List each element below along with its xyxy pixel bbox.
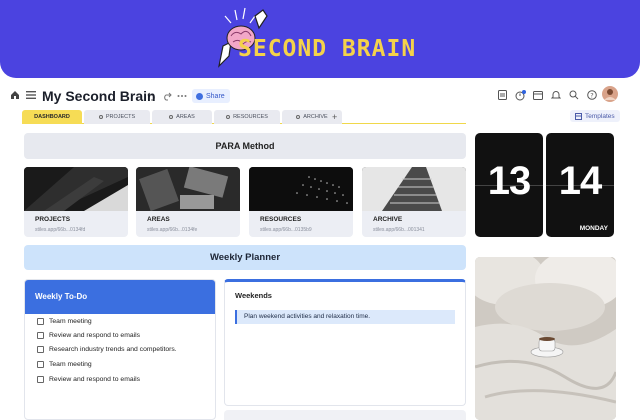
share-label: Share	[206, 92, 225, 100]
clock-hour-card: 13	[475, 133, 543, 237]
todo-item[interactable]: Team meeting	[37, 361, 92, 368]
header-banner: SECOND BRAIN	[0, 0, 640, 78]
bell-icon[interactable]	[549, 88, 563, 102]
templates-label: Templates	[585, 112, 615, 120]
clock-minute: 14	[558, 159, 603, 203]
tab-bar: DASHBOARD PROJECTS AREAS RESOURCES ARCHI…	[22, 110, 466, 124]
tab-resources[interactable]: RESOURCES	[214, 110, 280, 124]
next-panel-edge	[224, 410, 466, 420]
card-label: ARCHIVE	[373, 216, 403, 223]
search-icon[interactable]	[567, 88, 581, 102]
weekly-planner-heading: Weekly Planner	[24, 245, 466, 270]
weekly-todo-panel: Weekly To-Do Team meeting Review and res…	[24, 279, 216, 420]
checkbox[interactable]	[37, 346, 44, 353]
card-label: AREAS	[147, 216, 170, 223]
weekends-note[interactable]: Plan weekend activities and relaxation t…	[235, 310, 455, 324]
checkbox[interactable]	[37, 361, 44, 368]
more-icon[interactable]	[175, 89, 189, 103]
bedroom-photo	[475, 257, 616, 420]
templates-button[interactable]: Templates	[570, 110, 620, 122]
card-url: stiles.app/66b...0134fe	[147, 227, 198, 233]
help-icon[interactable]: ?	[585, 88, 599, 102]
calendar-icon[interactable]	[531, 88, 545, 102]
todo-item[interactable]: Research industry trends and competitors…	[37, 346, 177, 353]
page-title: My Second Brain	[42, 88, 156, 104]
card-url: stiles.app/66b...0134fd	[35, 227, 86, 233]
home-icon[interactable]	[8, 88, 22, 102]
weekends-title: Weekends	[235, 291, 272, 300]
projects-image	[24, 167, 128, 211]
todo-item[interactable]: Review and respond to emails	[37, 332, 140, 339]
weekends-panel: Weekends Plan weekend activities and rel…	[224, 279, 466, 406]
avatar[interactable]	[602, 86, 618, 102]
add-tab-button[interactable]: +	[332, 110, 342, 124]
tab-areas[interactable]: AREAS	[152, 110, 212, 124]
checkbox[interactable]	[37, 318, 44, 325]
circle-icon	[226, 115, 231, 119]
para-card-resources[interactable]: RESOURCES stiles.app/66b...0135b9	[249, 167, 353, 237]
todo-item[interactable]: Review and respond to emails	[37, 376, 140, 383]
share-button[interactable]: Share	[192, 89, 230, 103]
todo-text: Research industry trends and competitors…	[49, 346, 177, 353]
menu-icon[interactable]	[24, 88, 38, 102]
todo-text: Review and respond to emails	[49, 332, 141, 339]
circle-icon	[98, 115, 103, 119]
circle-icon	[296, 115, 301, 119]
checkbox[interactable]	[37, 376, 44, 383]
tab-label: PROJECTS	[105, 114, 136, 120]
card-url: stiles.app/66b...001341	[373, 227, 425, 233]
para-method-heading: PARA Method	[24, 133, 466, 159]
todo-item[interactable]: Team meeting	[37, 318, 92, 325]
card-label: PROJECTS	[35, 216, 71, 223]
todo-text: Team meeting	[49, 318, 92, 325]
clock-day: MONDAY	[579, 225, 608, 232]
templates-icon	[575, 112, 582, 120]
card-url: stiles.app/66b...0135b9	[260, 227, 312, 233]
checkbox[interactable]	[37, 332, 44, 339]
para-card-archive[interactable]: ARCHIVE stiles.app/66b...001341	[362, 167, 466, 237]
todo-text: Review and respond to emails	[49, 376, 141, 383]
doc-icon[interactable]	[495, 88, 509, 102]
tab-label: ARCHIVE	[303, 114, 328, 120]
todo-title: Weekly To-Do	[25, 280, 215, 314]
banner-title: SECOND BRAIN	[238, 36, 417, 62]
areas-image	[136, 167, 240, 211]
tab-projects[interactable]: PROJECTS	[84, 110, 150, 124]
tab-label: RESOURCES	[233, 114, 268, 120]
clock-icon[interactable]	[513, 88, 527, 102]
redo-icon[interactable]	[160, 89, 174, 103]
svg-text:?: ?	[590, 92, 593, 100]
card-label: RESOURCES	[260, 216, 302, 223]
para-card-areas[interactable]: AREAS stiles.app/66b...0134fe	[136, 167, 240, 237]
globe-icon	[196, 92, 203, 100]
todo-text: Team meeting	[49, 361, 92, 368]
archive-image	[362, 167, 466, 211]
clock-minute-card: 14 MONDAY	[546, 133, 614, 237]
para-card-projects[interactable]: PROJECTS stiles.app/66b...0134fd	[24, 167, 128, 237]
circle-icon	[169, 115, 174, 119]
tab-dashboard[interactable]: DASHBOARD	[22, 110, 82, 124]
tab-label: DASHBOARD	[34, 114, 70, 120]
resources-image	[249, 167, 353, 211]
clock-hour: 13	[487, 159, 532, 203]
tab-label: AREAS	[176, 114, 195, 120]
